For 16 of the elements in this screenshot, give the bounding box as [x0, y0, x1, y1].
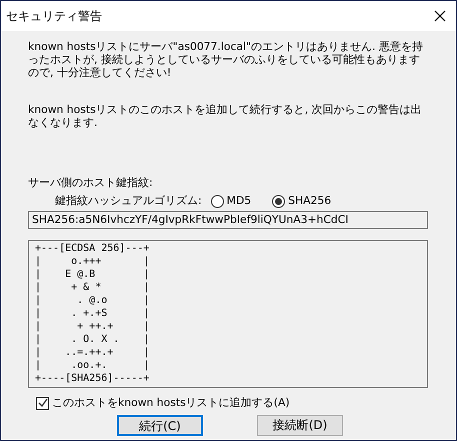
radio-button[interactable] — [272, 194, 286, 208]
checkbox-label: このホストをknown hostsリストに追加する(A) — [52, 395, 290, 412]
window-title: セキュリティ警告 — [6, 8, 102, 25]
warning-message: known hostsリストのこのホストを追加して続行すると, 次回からこの警告は出なくなります. — [28, 103, 423, 129]
checkbox[interactable] — [36, 396, 49, 410]
close-icon — [434, 10, 446, 22]
radio-label: SHA256 — [288, 193, 332, 210]
dialog-button[interactable]: 接続断(D) — [257, 414, 343, 436]
dialog-button[interactable]: 続行(C) — [117, 414, 203, 436]
warning-message: known hostsリストにサーバ"as0077.local"のエントリはありません. 悪意を持ったホストが, 接続しようとしているサーバのふりをしている可能性もありますので, 十分注意してください! — [28, 40, 424, 79]
fingerprint-field: SHA256:a5N6IvhczYF/4gIvpRkFtwwPbIef9liQYUnA3+hCdCI — [28, 211, 428, 230]
randomart-text: +---[ECDSA 256]---+ | o.+++ | | E @.B | | + & * | | . @.o | | . +.+S | | + ++.+ | | . O. X . | | ..=.++.+ | | .oo.+. | +----[SHA256]-----+ — [28, 240, 428, 388]
algorithm-label: 鍵指紋ハッシュアルゴリズム: — [55, 193, 202, 210]
fingerprint-label: サーバ側のホスト鍵指紋: — [28, 175, 154, 191]
radio-label: MD5 — [226, 193, 252, 210]
radio-button[interactable] — [210, 194, 224, 208]
